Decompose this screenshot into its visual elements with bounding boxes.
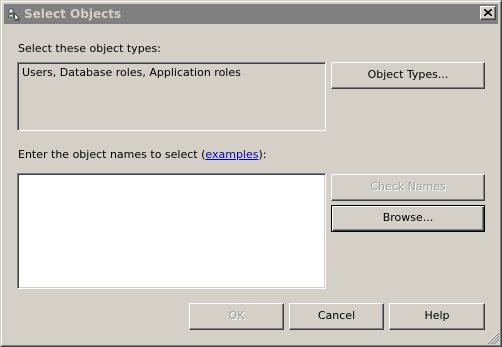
resize-grip-icon[interactable] [487, 332, 500, 345]
browse-button[interactable]: Browse... [331, 205, 485, 232]
close-icon [484, 9, 492, 16]
cancel-button[interactable]: Cancel [289, 303, 384, 330]
object-types-box: Users, Database roles, Application roles [17, 62, 326, 131]
close-button[interactable] [480, 6, 496, 20]
check-names-button[interactable]: Check Names [331, 174, 485, 201]
object-types-button[interactable]: Object Types... [331, 62, 485, 89]
object-names-box [17, 173, 326, 289]
examples-link[interactable]: examples [205, 148, 258, 161]
object-names-label: Enter the object names to select (exampl… [18, 148, 266, 161]
object-types-value: Users, Database roles, Application roles [22, 66, 241, 79]
ok-button[interactable]: OK [189, 303, 284, 330]
dialog-title: Select Objects [24, 7, 122, 21]
select-objects-icon [7, 7, 21, 22]
select-objects-dialog: Select Objects Select these object types… [0, 0, 502, 347]
help-button[interactable]: Help [389, 303, 485, 330]
object-types-label: Select these object types: [18, 42, 161, 55]
object-names-input[interactable] [20, 176, 323, 286]
object-names-label-suffix: ): [258, 148, 267, 161]
object-names-label-prefix: Enter the object names to select ( [18, 148, 206, 161]
title-bar[interactable]: Select Objects [4, 4, 498, 24]
